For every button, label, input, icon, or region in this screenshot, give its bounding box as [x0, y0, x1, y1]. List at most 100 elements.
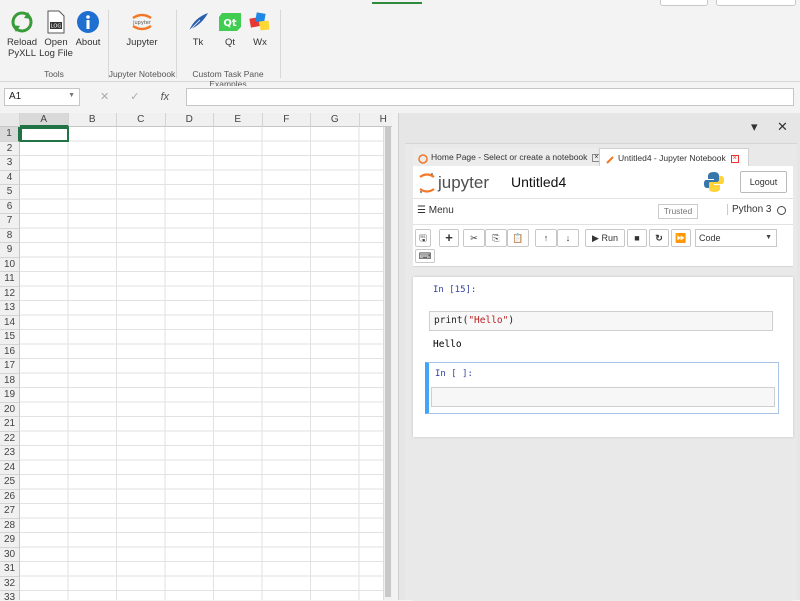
- selected-cell-a1[interactable]: [20, 127, 69, 142]
- tk-button[interactable]: Tk: [180, 10, 216, 48]
- pane-options-icon[interactable]: ▾: [751, 119, 758, 135]
- row-header[interactable]: 19: [0, 388, 20, 403]
- row-header[interactable]: 33: [0, 591, 20, 600]
- row-header[interactable]: 28: [0, 518, 20, 533]
- vertical-scrollbar[interactable]: [383, 127, 392, 600]
- formula-input[interactable]: [186, 88, 794, 106]
- row-header[interactable]: 10: [0, 257, 20, 272]
- row-header[interactable]: 27: [0, 504, 20, 519]
- chevron-down-icon[interactable]: ▼: [68, 92, 75, 99]
- feather-icon: [186, 10, 210, 34]
- code-editor-2[interactable]: [431, 387, 775, 407]
- name-box[interactable]: A1 ▼: [4, 88, 80, 106]
- restart-button[interactable]: ↻: [649, 229, 669, 247]
- row-header[interactable]: 22: [0, 431, 20, 446]
- row-header[interactable]: 5: [0, 185, 20, 200]
- menu-label: Menu: [428, 205, 454, 216]
- copy-button[interactable]: ⎘: [485, 229, 507, 247]
- move-down-button[interactable]: ↓: [557, 229, 579, 247]
- row-header[interactable]: 15: [0, 330, 20, 345]
- row-header[interactable]: 7: [0, 214, 20, 229]
- logout-button[interactable]: Logout: [740, 171, 787, 193]
- row-header[interactable]: 20: [0, 402, 20, 417]
- share-button[interactable]: [660, 0, 708, 6]
- formula-bar: A1 ▼ ✕ ✓ fx: [0, 86, 800, 110]
- row-header[interactable]: 24: [0, 460, 20, 475]
- jupyter-logo[interactable]: jupyter: [419, 173, 489, 193]
- column-header[interactable]: E: [214, 113, 263, 127]
- row-header[interactable]: 23: [0, 446, 20, 461]
- row-header[interactable]: 21: [0, 417, 20, 432]
- row-header[interactable]: 16: [0, 344, 20, 359]
- name-box-value: A1: [9, 91, 22, 102]
- tab-home-page[interactable]: Home Page - Select or create a notebook ×: [413, 148, 601, 166]
- select-all-corner[interactable]: [0, 113, 20, 127]
- row-header[interactable]: 2: [0, 141, 20, 156]
- fx-icon[interactable]: fx: [161, 91, 170, 103]
- row-header[interactable]: 17: [0, 359, 20, 374]
- column-header[interactable]: A: [20, 113, 69, 127]
- save-button[interactable]: 🖫: [415, 229, 431, 247]
- menu-button[interactable]: ☰ Menu: [417, 205, 454, 216]
- row-header[interactable]: 11: [0, 272, 20, 287]
- row-header[interactable]: 4: [0, 170, 20, 185]
- column-header[interactable]: H: [359, 113, 392, 127]
- row-header[interactable]: 31: [0, 562, 20, 577]
- close-icon[interactable]: ✕: [777, 119, 788, 135]
- notebook-title[interactable]: Untitled4: [511, 174, 566, 190]
- row-header[interactable]: 6: [0, 199, 20, 214]
- comments-button[interactable]: [716, 0, 796, 6]
- row-header[interactable]: 18: [0, 373, 20, 388]
- row-header[interactable]: 26: [0, 489, 20, 504]
- code-editor-1[interactable]: print("Hello"): [429, 311, 773, 331]
- row-header[interactable]: 9: [0, 243, 20, 258]
- jupyter-logo-icon: [419, 173, 435, 193]
- paste-button[interactable]: 📋: [507, 229, 529, 247]
- cancel-icon[interactable]: ✕: [100, 91, 109, 103]
- open-log-file-button[interactable]: LOG Open Log File: [38, 10, 74, 59]
- restart-run-all-button[interactable]: ⏩: [671, 229, 691, 247]
- stop-icon: ■: [634, 233, 640, 243]
- row-header[interactable]: 25: [0, 475, 20, 490]
- tk-label: Tk: [192, 37, 204, 48]
- row-header[interactable]: 13: [0, 301, 20, 316]
- open-log-label: Open Log File: [39, 37, 73, 59]
- command-palette-button[interactable]: ⌨: [415, 249, 435, 263]
- column-header[interactable]: F: [262, 113, 311, 127]
- row-header[interactable]: 3: [0, 156, 20, 171]
- scrollbar-thumb[interactable]: [385, 127, 391, 597]
- kernel-name[interactable]: Python 3: [727, 204, 771, 215]
- run-button[interactable]: ▶ Run: [585, 229, 625, 247]
- row-header[interactable]: 1: [0, 127, 20, 142]
- row-header[interactable]: 8: [0, 228, 20, 243]
- about-button[interactable]: About: [70, 10, 106, 48]
- column-header[interactable]: C: [117, 113, 166, 127]
- trusted-badge[interactable]: Trusted: [658, 204, 698, 219]
- wx-button[interactable]: Wx: [242, 10, 278, 48]
- move-up-button[interactable]: ↑: [535, 229, 557, 247]
- column-header[interactable]: G: [311, 113, 360, 127]
- insert-cell-button[interactable]: +: [439, 229, 459, 247]
- column-header[interactable]: D: [165, 113, 214, 127]
- tab-untitled4[interactable]: Untitled4 - Jupyter Notebook ×: [599, 148, 749, 166]
- row-header[interactable]: 29: [0, 533, 20, 548]
- run-label: Run: [601, 233, 618, 243]
- row-header[interactable]: 12: [0, 286, 20, 301]
- cell-type-select[interactable]: Code ▼: [695, 229, 777, 247]
- column-header[interactable]: B: [68, 113, 117, 127]
- python-logo-icon: [703, 171, 725, 193]
- jupyter-button[interactable]: jupyter Jupyter: [122, 10, 162, 48]
- code-cell-2[interactable]: In [ ]:: [425, 362, 779, 414]
- tab-close-icon[interactable]: ×: [730, 154, 739, 163]
- code-cell-1[interactable]: In [15]:: [425, 285, 785, 295]
- interrupt-button[interactable]: ■: [627, 229, 647, 247]
- enter-icon[interactable]: ✓: [130, 91, 139, 103]
- row-header[interactable]: 30: [0, 547, 20, 562]
- task-pane: ▾ ✕ Home Page - Select or create a noteb…: [398, 113, 800, 601]
- code-string: "Hello": [468, 315, 509, 326]
- reload-pyxll-button[interactable]: Reload PyXLL: [4, 10, 40, 59]
- row-header[interactable]: 32: [0, 576, 20, 591]
- cut-button[interactable]: ✂: [463, 229, 485, 247]
- row-header[interactable]: 14: [0, 315, 20, 330]
- cell-area[interactable]: [20, 127, 392, 600]
